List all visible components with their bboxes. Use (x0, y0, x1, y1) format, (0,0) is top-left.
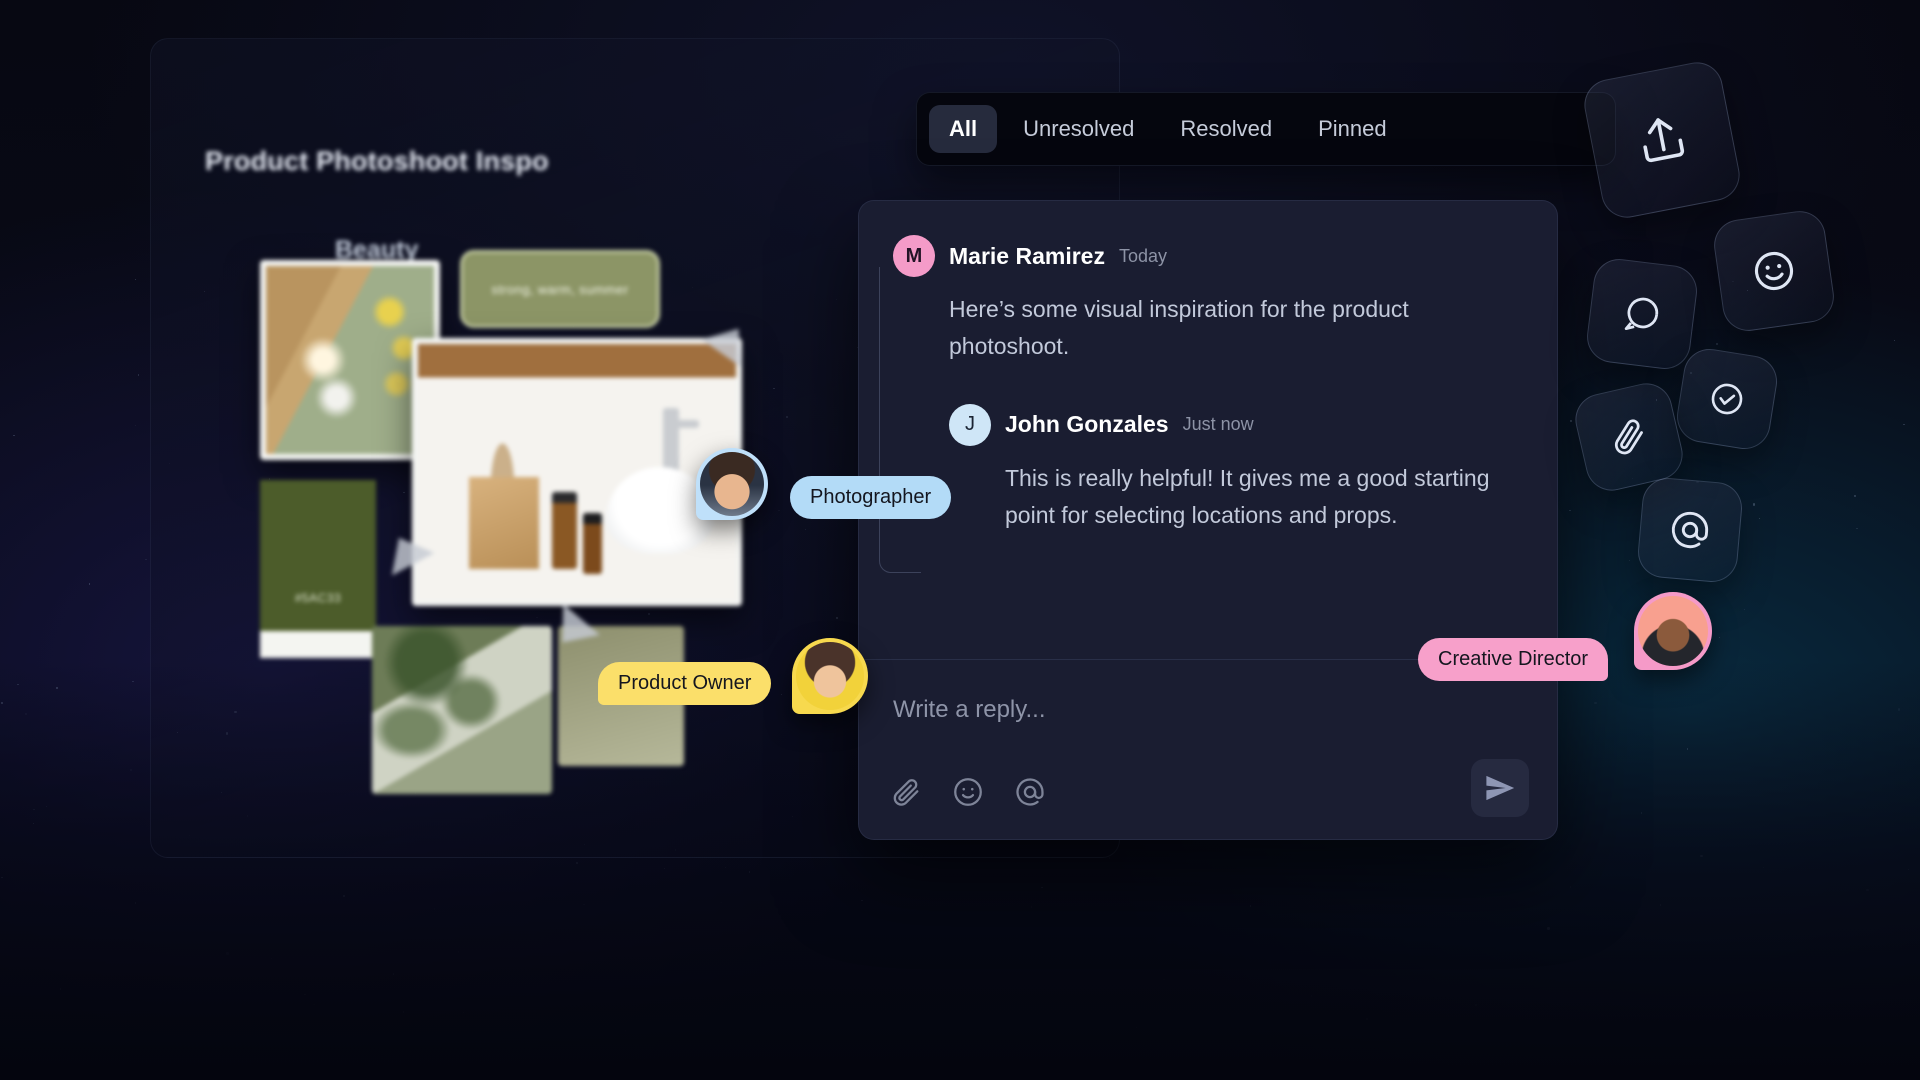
board-image-bathroom (412, 338, 742, 606)
presence-avatar-creative-director[interactable] (1634, 592, 1712, 670)
upload-tool-button[interactable] (1579, 57, 1745, 223)
mention-tool-button[interactable] (1635, 475, 1745, 585)
comment-author: Marie Ramirez (949, 242, 1105, 269)
tab-resolved[interactable]: Resolved (1160, 105, 1292, 153)
comment-author: John Gonzales (1005, 411, 1169, 437)
comment-reply: J John Gonzales Just now This is really … (949, 403, 1523, 535)
send-button[interactable] (1471, 759, 1529, 817)
thread-connector (879, 267, 921, 573)
check-tool-button[interactable] (1673, 345, 1781, 453)
tab-pinned[interactable]: Pinned (1298, 105, 1407, 153)
comment-tool-button[interactable] (1584, 256, 1700, 372)
emoji-tool-button[interactable] (1710, 207, 1838, 335)
presence-avatar-product-owner[interactable] (792, 638, 868, 714)
sticky-note-text: strong, warm, summer (491, 281, 629, 297)
comment-body: Here’s some visual inspiration for the p… (949, 296, 1409, 360)
comment-timestamp: Today (1118, 245, 1168, 266)
mention-icon[interactable] (1013, 775, 1047, 809)
comment-timestamp: Just now (1182, 414, 1254, 434)
comment-filter-tabs[interactable]: All Unresolved Resolved Pinned (916, 92, 1616, 166)
comment-header-reply: J John Gonzales Just now (949, 403, 1523, 446)
tab-all[interactable]: All (929, 105, 998, 153)
presence-avatar-photographer[interactable] (696, 448, 768, 520)
presence-badge-product-owner: Product Owner (598, 662, 772, 705)
comment-thread: M Marie Ramirez Today Here’s some visual… (859, 201, 1557, 573)
presence-badge-creative-director: Creative Director (1418, 638, 1609, 681)
comment-panel: M Marie Ramirez Today Here’s some visual… (858, 200, 1558, 840)
emoji-icon[interactable] (951, 775, 985, 809)
tab-unresolved[interactable]: Unresolved (1003, 105, 1154, 153)
color-swatch-hex: #5AC33 (294, 590, 342, 605)
reply-composer: Write a reply... (859, 659, 1557, 839)
reply-input[interactable]: Write a reply... (893, 696, 1045, 724)
avatar: J (949, 403, 991, 446)
app-stage: Product Photoshoot Inspo Beauty strong, … (0, 0, 1920, 1080)
page-title: Product Photoshoot Inspo (205, 146, 549, 176)
board-color-swatch: #5AC33 (260, 480, 376, 658)
composer-toolbar (889, 775, 1047, 809)
attach-icon[interactable] (889, 775, 923, 809)
presence-badge-photographer: Photographer (790, 476, 952, 519)
board-sticky-note: strong, warm, summer (460, 250, 660, 328)
comment-header-root: M Marie Ramirez Today (893, 235, 1523, 277)
comment-body: This is really helpful! It gives me a go… (1005, 464, 1490, 528)
board-image-foliage (372, 626, 552, 794)
